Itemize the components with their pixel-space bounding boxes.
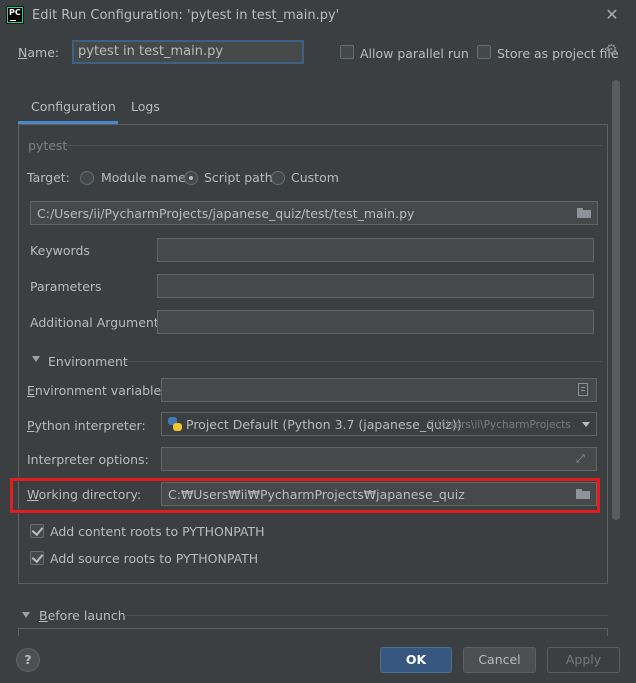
additional-arguments-input[interactable] [157, 310, 594, 334]
source-roots-label: Add source roots to PYTHONPATH [50, 551, 259, 566]
environment-variables-label: Environment variables: [27, 383, 172, 398]
radio-module-name[interactable] [80, 171, 94, 185]
radio-script-path-label: Script path [204, 170, 273, 185]
section-title-before-launch[interactable]: Before launch [39, 608, 126, 623]
section-divider [66, 145, 602, 146]
section-divider [126, 361, 602, 362]
highlight-box [10, 478, 600, 513]
radio-script-path[interactable] [184, 171, 198, 185]
tab-logs[interactable]: Logs [131, 99, 160, 114]
store-as-project-label: Store as project file [497, 46, 619, 61]
ok-button[interactable]: OK [380, 647, 452, 673]
python-icon [168, 417, 182, 431]
keywords-label: Keywords [30, 243, 90, 258]
name-input[interactable]: pytest in test_main.py [72, 40, 304, 64]
keywords-input[interactable] [157, 238, 594, 262]
apply-button[interactable]: Apply [547, 647, 620, 673]
section-title-pytest: pytest [28, 138, 68, 153]
content-roots-label: Add content roots to PYTHONPATH [50, 524, 265, 539]
help-button[interactable]: ? [16, 648, 40, 672]
python-interpreter-label: Python interpreter: [27, 418, 146, 433]
additional-arguments-label: Additional Arguments [30, 315, 166, 330]
tab-configuration[interactable]: Configuration [18, 93, 118, 123]
content-roots-checkbox[interactable] [30, 524, 44, 538]
radio-custom-label: Custom [291, 170, 339, 185]
list-icon[interactable] [578, 383, 588, 396]
folder-icon[interactable] [577, 208, 591, 218]
chevron-down-icon[interactable] [582, 422, 590, 427]
script-path-field[interactable]: C:/Users/ii/PycharmProjects/japanese_qui… [30, 201, 598, 225]
python-interpreter-select[interactable]: Project Default (Python 3.7 (japanese_qu… [161, 412, 597, 436]
radio-module-name-label: Module name [101, 170, 186, 185]
source-roots-checkbox[interactable] [30, 551, 44, 565]
section-title-environment[interactable]: Environment [48, 354, 128, 369]
collapse-arrow-icon[interactable] [32, 356, 40, 362]
cancel-button[interactable]: Cancel [463, 647, 536, 673]
parameters-label: Parameters [30, 279, 102, 294]
expand-icon[interactable]: ⤢ [576, 452, 585, 466]
scrollbar[interactable] [612, 80, 620, 520]
name-label: Name: [18, 45, 60, 60]
section-divider [124, 615, 608, 616]
title-bar: PC Edit Run Configuration: 'pytest in te… [0, 0, 636, 32]
allow-parallel-checkbox[interactable] [340, 45, 354, 59]
target-label: Target: [27, 170, 70, 185]
interpreter-options-label: Interpreter options: [27, 452, 149, 467]
collapse-arrow-icon[interactable] [22, 612, 30, 618]
interpreter-options-field[interactable]: ⤢ [161, 447, 597, 471]
pycharm-logo-icon: PC [6, 6, 24, 24]
before-launch-panel [18, 628, 608, 636]
allow-parallel-label: Allow parallel run [360, 46, 469, 61]
radio-custom[interactable] [271, 171, 285, 185]
store-as-project-checkbox[interactable] [477, 45, 491, 59]
window-title: Edit Run Configuration: 'pytest in test_… [32, 8, 340, 23]
environment-variables-field[interactable] [161, 378, 597, 402]
close-icon[interactable]: ✕ [603, 6, 621, 24]
parameters-input[interactable] [157, 274, 594, 298]
gear-icon[interactable]: ⚙ [605, 43, 619, 57]
